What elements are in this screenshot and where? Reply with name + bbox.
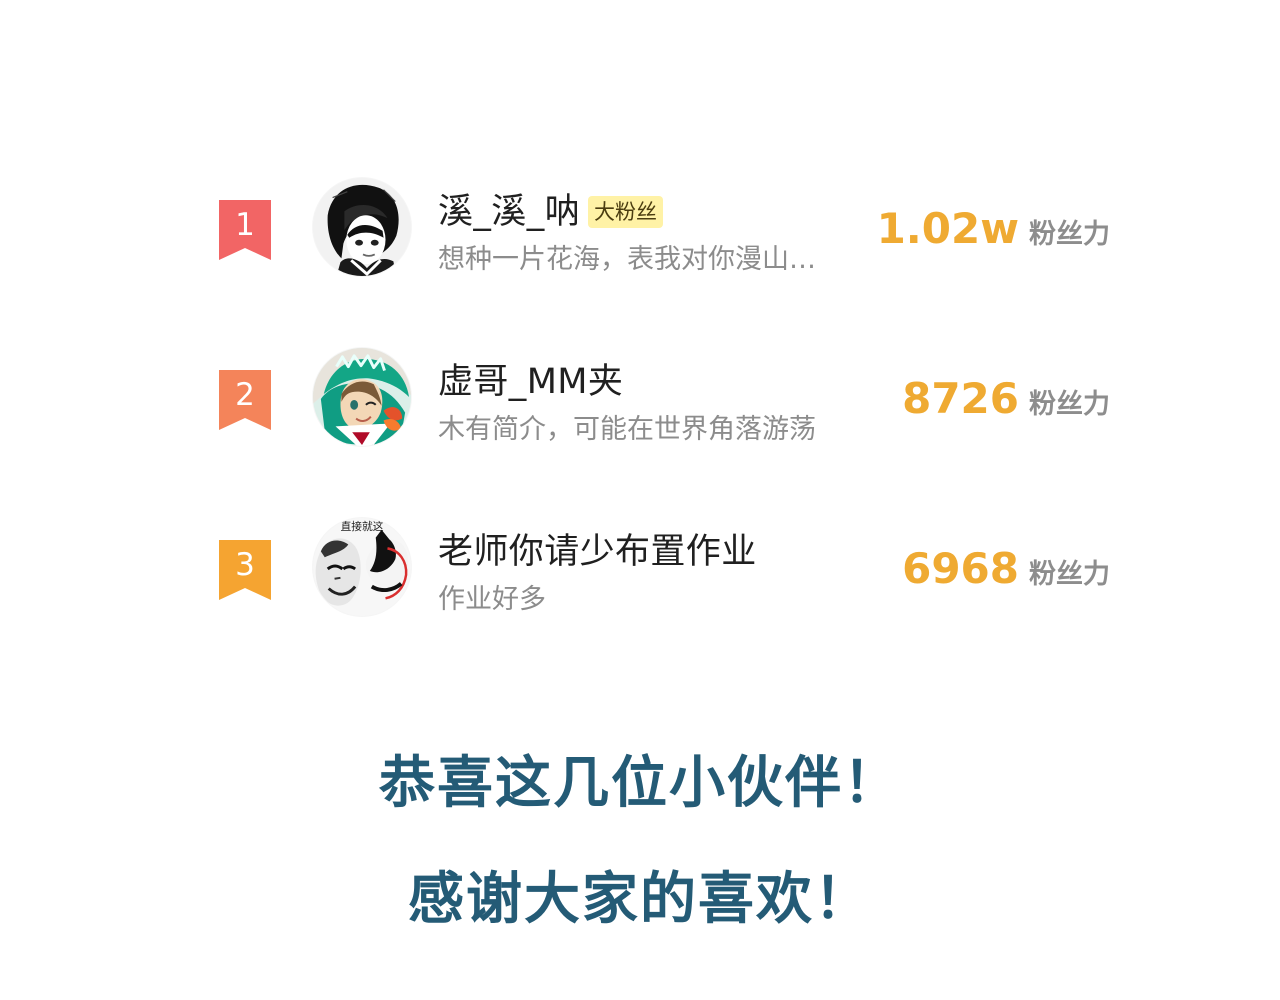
fan-power-label: 粉丝力 — [1029, 389, 1110, 420]
fan-row-1[interactable]: 1 溪_溪_呐 大粉丝 想种一片花海，表我对你漫山… 1.02w 粉丝力 — [0, 168, 1280, 298]
congratulations-message: 恭喜这几位小伙伴！ — [379, 751, 901, 816]
dark-hair-anime-avatar-icon[interactable] — [313, 178, 411, 276]
rank-badge-3: 3 — [219, 540, 271, 600]
fan-power-label: 粉丝力 — [1029, 559, 1110, 590]
meme-face-avatar-icon[interactable]: 直接就这 — [313, 518, 411, 616]
fan-ranking-list: 1 溪_溪_呐 大粉丝 想种一片花海，表我对你漫山… 1.02w 粉丝力 2 虚… — [0, 0, 1280, 700]
green-dino-hood-avatar-icon[interactable] — [313, 348, 411, 446]
fan-power-value: 1.02w — [876, 204, 1019, 253]
fan-row-3[interactable]: 3 直接就这 老师你请少布置作业 作业好多 6968 粉丝力 — [0, 508, 1280, 638]
meme-caption: 直接就这 — [340, 520, 383, 533]
fan-name-line-1: 溪_溪_呐 大粉丝 — [438, 190, 664, 234]
fan-power-value: 8726 — [902, 374, 1019, 423]
fan-power-label: 粉丝力 — [1029, 219, 1110, 250]
rank-badge-2: 2 — [219, 370, 271, 430]
thanks-message: 感谢大家的喜欢！ — [408, 867, 872, 932]
fan-row-2[interactable]: 2 虚哥_MM夹 木有简介，可能在世界角落游荡 8726 粉丝力 — [0, 338, 1280, 468]
rank-badge-1: 1 — [219, 200, 271, 260]
fan-name-line-3: 老师你请少布置作业 — [438, 530, 757, 574]
fan-power-stat-3: 6968 粉丝力 — [780, 545, 1110, 593]
fan-name[interactable]: 老师你请少布置作业 — [438, 530, 757, 574]
fan-name[interactable]: 溪_溪_呐 — [438, 190, 580, 234]
fan-power-value: 6968 — [902, 544, 1019, 593]
fan-name[interactable]: 虚哥_MM夹 — [438, 360, 623, 404]
fan-name-line-2: 虚哥_MM夹 — [438, 360, 623, 404]
fan-power-stat-2: 8726 粉丝力 — [780, 375, 1110, 423]
fan-power-stat-1: 1.02w 粉丝力 — [780, 205, 1110, 253]
big-fan-tag: 大粉丝 — [588, 196, 664, 228]
